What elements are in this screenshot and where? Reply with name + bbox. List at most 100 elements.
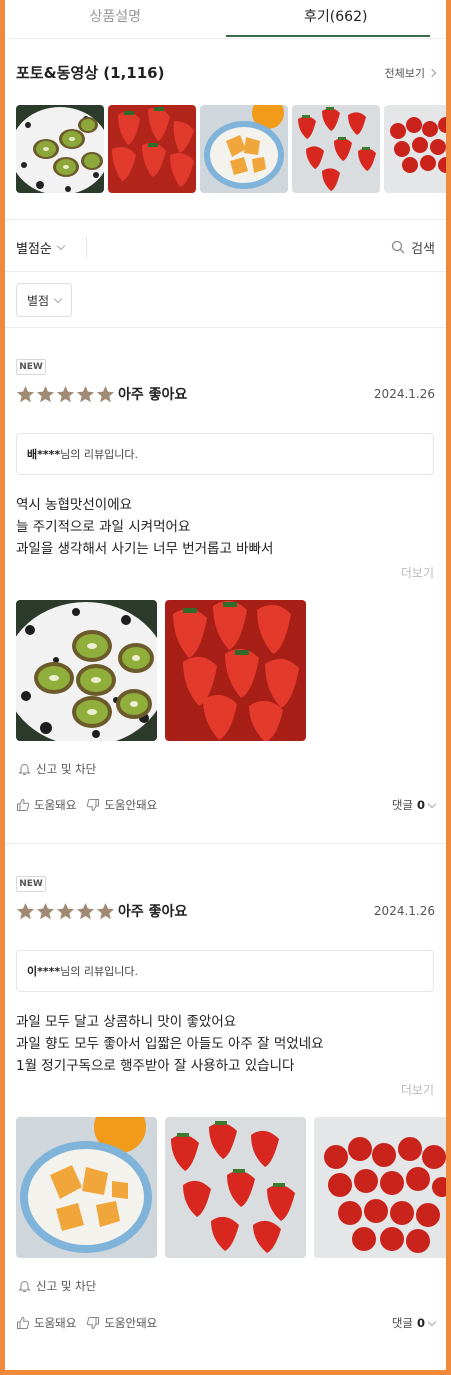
sort-separator: [85, 237, 87, 257]
new-badge: NEW: [16, 876, 46, 892]
review-image[interactable]: [16, 600, 157, 741]
sort-bar: 별점순 검색: [16, 236, 435, 258]
not-helpful-button[interactable]: 도움안돼요: [86, 1315, 157, 1331]
section-divider: [5, 327, 446, 328]
tab-reviews[interactable]: 후기(662): [226, 0, 447, 38]
photo-thumbnail[interactable]: [292, 105, 380, 193]
review-line: 늘 주기적으로 과일 시켜먹어요: [16, 519, 191, 535]
tab-product-description[interactable]: 상품설명: [5, 0, 226, 38]
active-tab-indicator: [226, 35, 430, 37]
sort-label: 별점순: [16, 241, 52, 257]
see-all-label: 전체보기: [384, 66, 425, 80]
author-suffix: 님의 리뷰입니다.: [60, 965, 138, 978]
review-line: 과일 모두 달고 상콤하니 맛이 좋았어요: [16, 1014, 237, 1030]
star-icon: [16, 902, 35, 919]
more-button[interactable]: 더보기: [401, 1081, 434, 1098]
sort-dropdown[interactable]: 별점순: [16, 238, 66, 257]
helpful-button[interactable]: 도움돼요: [16, 797, 76, 813]
rating-row: 아주 좋아요 2024.1.26: [16, 901, 435, 921]
not-helpful-label: 도움안돼요: [104, 1316, 158, 1330]
search-button[interactable]: 검색: [391, 238, 435, 257]
star-icon: [36, 385, 55, 402]
strawberries-image: [165, 600, 306, 741]
strawberries-image: [108, 105, 196, 193]
review-image-row: [16, 1117, 446, 1258]
review-image[interactable]: [165, 1117, 306, 1258]
author-name: 이****: [27, 965, 61, 978]
chevron-down-icon: [56, 241, 66, 250]
report-label: 신고 및 차단: [36, 1279, 97, 1293]
chevron-right-icon: [427, 68, 437, 77]
photo-thumbnail[interactable]: [16, 105, 104, 193]
chevron-down-icon: [427, 799, 437, 808]
review-page: 상품설명 후기(662) 포토&동영상 (1,116) 전체보기 별점순 검색 …: [5, 0, 446, 1370]
section-divider: [5, 271, 446, 272]
author-box: 이**** 님의 리뷰입니다.: [16, 950, 434, 992]
review-body: 역시 농협맛선이에요 늘 주기적으로 과일 시켜먹어요 과일을 생각해서 사기는…: [16, 494, 273, 560]
chevron-down-icon: [427, 1317, 437, 1326]
photo-section-title: 포토&동영상 (1,116): [16, 64, 165, 82]
thumbs-up-icon: [17, 1316, 30, 1329]
star-icon: [36, 902, 55, 919]
strawberry-box-image: [165, 1117, 306, 1258]
more-button[interactable]: 더보기: [401, 564, 434, 581]
photo-thumbnail[interactable]: [384, 105, 446, 193]
bell-icon: [18, 1280, 31, 1292]
photo-thumbnail[interactable]: [200, 105, 288, 193]
review-line: 과일을 생각해서 사기는 너무 번거롭고 바빠서: [16, 541, 274, 557]
tab-divider: [5, 38, 446, 39]
photo-thumbnail[interactable]: [108, 105, 196, 193]
review-image[interactable]: [16, 1117, 157, 1258]
author-suffix: 님의 리뷰입니다.: [60, 448, 138, 461]
photo-section-header: 포토&동영상 (1,116) 전체보기: [16, 62, 437, 83]
orange-segments-image: [200, 105, 288, 193]
star-rating: [16, 902, 115, 921]
kiwi-plate-image: [16, 105, 104, 193]
rating-row: 아주 좋아요 2024.1.26: [16, 384, 435, 404]
rating-filter-label: 별점: [26, 293, 50, 308]
review-line: 과일 향도 모두 좋아서 입짧은 아들도 아주 잘 먹었네요: [16, 1036, 324, 1052]
strawberry-box-image: [292, 105, 380, 193]
helpful-label: 도움돼요: [34, 798, 77, 812]
author-box: 배**** 님의 리뷰입니다.: [16, 433, 434, 475]
not-helpful-button[interactable]: 도움안돼요: [86, 797, 157, 813]
report-block-button[interactable]: 신고 및 차단: [18, 1278, 96, 1294]
cherry-tomatoes-image: [314, 1117, 446, 1258]
thumbs-down-icon: [87, 799, 100, 812]
thumbs-down-icon: [87, 1317, 100, 1330]
review-actions: 도움돼요 도움안돼요 댓글 0: [16, 797, 437, 813]
star-icon: [76, 385, 95, 402]
search-label: 검색: [411, 241, 435, 257]
star-icon: [56, 902, 75, 919]
star-icon: [96, 385, 115, 402]
helpful-label: 도움돼요: [34, 1316, 77, 1330]
section-divider: [5, 219, 446, 220]
comments-toggle[interactable]: 댓글 0: [392, 1315, 437, 1331]
review-image-row: [16, 600, 306, 741]
search-icon: [391, 240, 405, 254]
review-image[interactable]: [314, 1117, 446, 1258]
rating-label: 아주 좋아요: [118, 387, 188, 403]
not-helpful-label: 도움안돼요: [104, 798, 158, 812]
star-icon: [76, 902, 95, 919]
author-name: 배****: [27, 448, 61, 461]
frame-bottom-border: [0, 1370, 451, 1375]
tab-bar: 상품설명 후기(662): [5, 0, 446, 38]
report-block-button[interactable]: 신고 및 차단: [18, 761, 96, 777]
thumbs-up-icon: [17, 798, 30, 811]
comments-toggle[interactable]: 댓글 0: [392, 797, 437, 813]
comments-count: 0: [416, 1316, 425, 1330]
star-rating: [16, 385, 115, 404]
cherry-tomatoes-image: [384, 105, 446, 193]
review-date: 2024.1.26: [373, 387, 435, 401]
review-date: 2024.1.26: [373, 904, 435, 918]
see-all-link[interactable]: 전체보기: [384, 65, 437, 81]
review-actions: 도움돼요 도움안돼요 댓글 0: [16, 1315, 437, 1331]
rating-filter-dropdown[interactable]: 별점: [16, 283, 72, 317]
photo-thumbnail-strip[interactable]: [16, 105, 446, 193]
star-icon: [56, 385, 75, 402]
review-line: 1월 정기구독으로 행주받아 잘 사용하고 있습니다: [16, 1058, 295, 1074]
star-icon: [16, 385, 35, 402]
helpful-button[interactable]: 도움돼요: [16, 1315, 76, 1331]
review-image[interactable]: [165, 600, 306, 741]
